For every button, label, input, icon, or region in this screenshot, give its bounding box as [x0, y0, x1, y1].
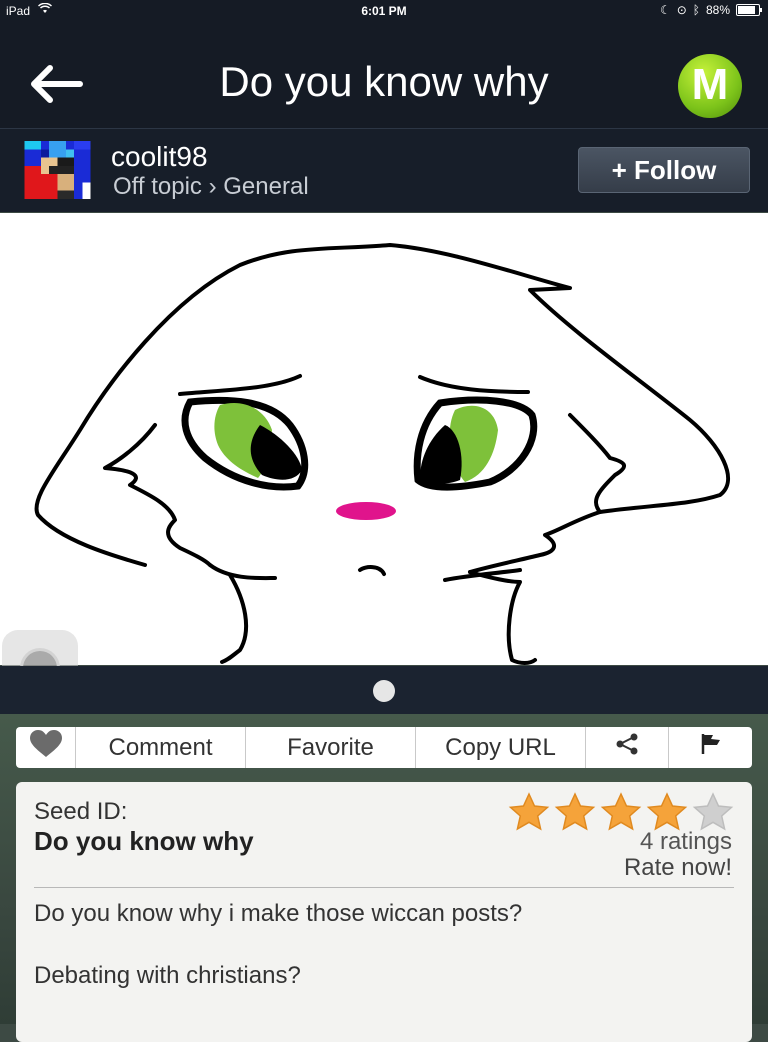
- seed-id-label: Seed ID:: [34, 798, 128, 825]
- star-filled-icon[interactable]: [600, 792, 642, 832]
- favorite-button[interactable]: Favorite: [246, 727, 416, 768]
- app-logo[interactable]: M: [678, 54, 742, 118]
- description-line: Do you know why i make those wiccan post…: [34, 900, 523, 927]
- page-title: Do you know why: [219, 58, 549, 105]
- breadcrumb[interactable]: Off topic › General: [113, 173, 309, 201]
- author-username[interactable]: coolit98: [111, 141, 208, 173]
- rate-now-link[interactable]: Rate now!: [624, 854, 732, 882]
- comment-button[interactable]: Comment: [76, 727, 246, 768]
- description-line: Debating with christians?: [34, 962, 301, 989]
- copy-url-button[interactable]: Copy URL: [416, 727, 586, 768]
- like-button[interactable]: [16, 727, 76, 768]
- lock-rotation-icon: ⊙: [676, 3, 687, 17]
- seed-name: Do you know why: [34, 826, 254, 856]
- star-rating[interactable]: [508, 792, 734, 832]
- share-button[interactable]: [586, 727, 669, 768]
- follow-button[interactable]: + Follow: [578, 147, 750, 193]
- share-icon: [615, 733, 639, 762]
- moon-icon: ☾: [659, 3, 671, 17]
- star-filled-icon[interactable]: [646, 792, 688, 832]
- star-empty-icon[interactable]: [692, 792, 734, 832]
- seed-info-card: Seed ID: Do you know why 4 ratings Rate …: [16, 782, 752, 1042]
- author-row: coolit98 Off topic › General + Follow: [0, 129, 768, 212]
- ratings-count: 4 ratings: [639, 828, 732, 855]
- heart-icon: [29, 730, 63, 765]
- post-image[interactable]: [0, 213, 768, 665]
- image-pager: [0, 666, 768, 714]
- star-filled-icon[interactable]: [508, 792, 550, 832]
- nav-bar: Do you know why M: [0, 22, 768, 129]
- star-filled-icon[interactable]: [554, 792, 596, 832]
- avatar[interactable]: [24, 141, 91, 199]
- bluetooth-icon: ᛒ: [692, 3, 700, 17]
- divider: [34, 887, 734, 888]
- clock: 6:01 PM: [361, 4, 407, 18]
- page-indicator-dot[interactable]: [373, 680, 395, 702]
- flag-icon: [700, 733, 722, 762]
- status-bar: iPad 6:01 PM ☾ ⊙ ᛒ 88%: [0, 0, 768, 22]
- battery-percent: 88%: [705, 3, 730, 17]
- battery-fill: [738, 6, 755, 14]
- action-bar: Comment Favorite Copy URL: [16, 727, 752, 768]
- battery-icon: [736, 4, 762, 16]
- report-button[interactable]: [669, 727, 752, 768]
